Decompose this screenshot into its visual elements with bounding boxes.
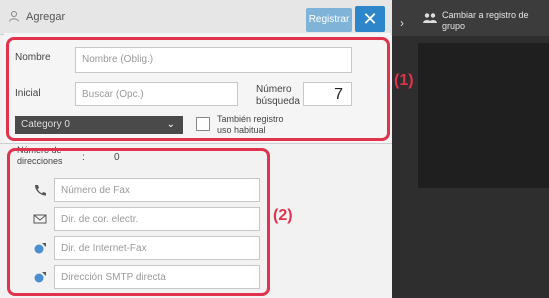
callout-box-2 xyxy=(7,148,270,296)
group-icon xyxy=(423,13,437,23)
callout-label-2: (2) xyxy=(273,207,293,224)
close-icon: ✕ xyxy=(362,9,378,29)
register-button[interactable]: Registrar xyxy=(306,8,352,32)
callout-box-1 xyxy=(6,37,390,141)
group-register-label: Cambiar a registro de grupo xyxy=(442,10,529,31)
callout-label-1: (1) xyxy=(394,72,414,89)
page-title: Agregar xyxy=(26,11,66,23)
user-icon xyxy=(9,11,19,22)
chevron-right-icon[interactable]: › xyxy=(400,16,404,30)
right-content-area xyxy=(418,43,549,188)
close-button[interactable]: ✕ xyxy=(355,6,385,32)
